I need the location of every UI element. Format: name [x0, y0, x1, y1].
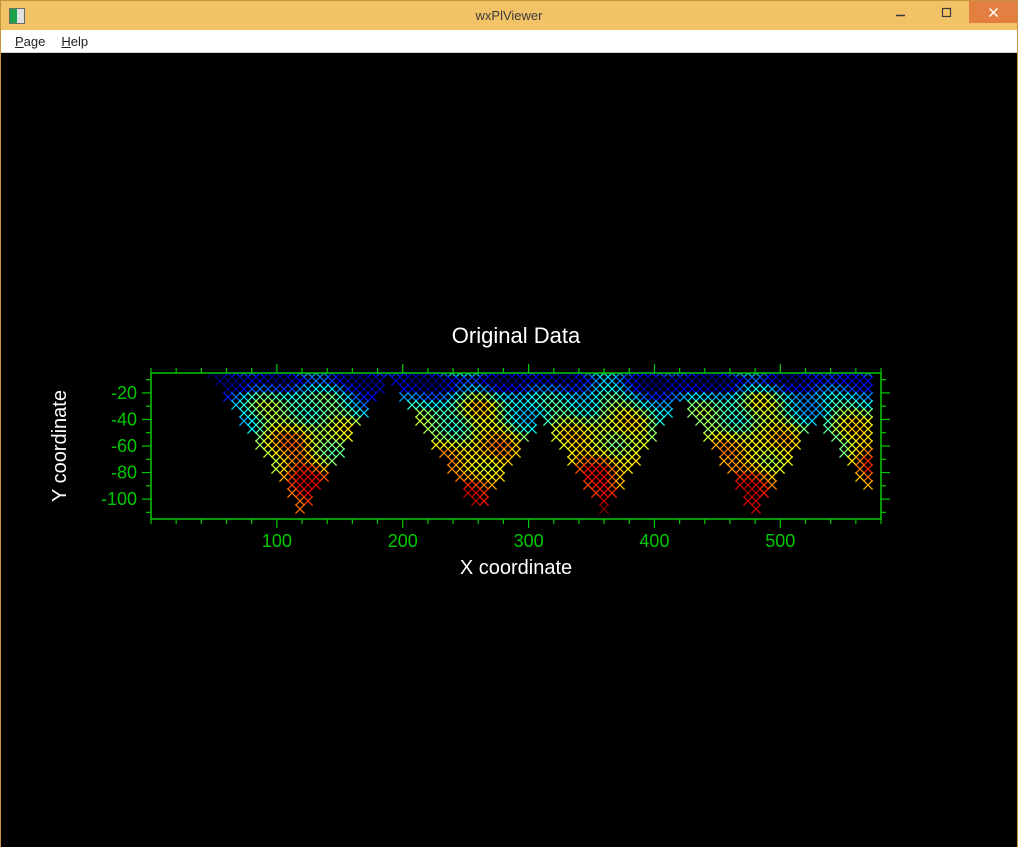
close-button[interactable]	[969, 1, 1017, 23]
svg-text:-20: -20	[111, 383, 137, 403]
maximize-button[interactable]	[923, 1, 969, 23]
svg-text:400: 400	[639, 531, 669, 551]
menubar: Page Help	[1, 30, 1017, 53]
svg-text:-100: -100	[101, 489, 137, 509]
app-window: wxPlViewer Page Help 100 200 300 400 500 -20 -…	[0, 0, 1018, 847]
x-axis-label: X coordinate	[460, 557, 572, 579]
y-axis-label: Y coordinate	[49, 390, 71, 502]
minimize-button[interactable]	[877, 1, 923, 23]
svg-text:500: 500	[765, 531, 795, 551]
menu-page-rest: age	[24, 34, 46, 49]
svg-text:-80: -80	[111, 463, 137, 483]
svg-text:-40: -40	[111, 409, 137, 429]
chart-title: Original Data	[452, 323, 581, 348]
svg-text:-60: -60	[111, 436, 137, 456]
menu-help[interactable]: Help	[53, 32, 96, 51]
menu-help-rest: elp	[71, 34, 88, 49]
svg-text:100: 100	[262, 531, 292, 551]
plot-svg: 100 200 300 400 500 -20 -40 -60 -80 -100 Original …	[1, 53, 1017, 847]
app-icon	[9, 8, 25, 24]
window-buttons	[877, 1, 1017, 30]
menu-page[interactable]: Page	[7, 32, 53, 51]
window-title: wxPlViewer	[1, 8, 1017, 23]
svg-text:200: 200	[388, 531, 418, 551]
titlebar: wxPlViewer	[1, 1, 1017, 30]
svg-text:300: 300	[514, 531, 544, 551]
plot-area: 100 200 300 400 500 -20 -40 -60 -80 -100 Original …	[1, 53, 1017, 846]
